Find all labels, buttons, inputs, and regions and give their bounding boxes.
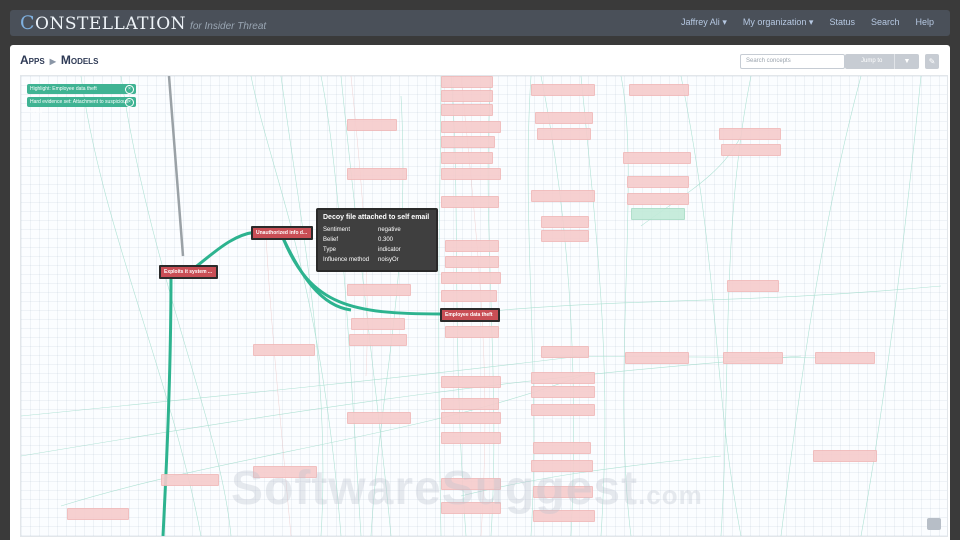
graph-node[interactable]	[441, 432, 501, 444]
graph-node[interactable]	[531, 386, 595, 398]
model-graph-canvas[interactable]: Highlight: Employee data theft × Hard evi…	[20, 75, 948, 537]
graph-node[interactable]	[723, 352, 783, 364]
graph-node[interactable]	[441, 272, 501, 284]
graph-node[interactable]	[441, 152, 493, 164]
tooltip-value: indicator	[378, 247, 401, 253]
tooltip-label: Belief	[323, 237, 339, 243]
graph-node[interactable]	[719, 128, 781, 140]
tooltip-label: Type	[323, 247, 337, 253]
graph-node[interactable]	[629, 84, 689, 96]
jump-to-dropdown[interactable]: Jump to ▼	[845, 54, 919, 69]
graph-node[interactable]	[253, 344, 315, 356]
graph-node[interactable]	[441, 90, 493, 102]
graph-node[interactable]	[441, 196, 499, 208]
graph-node[interactable]	[531, 190, 595, 202]
tooltip-label: Influence method	[323, 257, 370, 263]
highlight-chip[interactable]: Highlight: Employee data theft ×	[27, 84, 136, 94]
node-tooltip: Decoy file attached to self email Sentim…	[316, 208, 438, 272]
graph-node[interactable]	[533, 442, 591, 454]
graph-node[interactable]	[721, 144, 781, 156]
nav-help[interactable]: Help	[915, 17, 934, 28]
breadcrumb-separator-icon: ▶	[49, 57, 56, 66]
graph-node[interactable]	[441, 376, 501, 388]
graph-node[interactable]	[627, 193, 689, 205]
graph-node[interactable]	[349, 334, 407, 346]
graph-node[interactable]	[441, 136, 495, 148]
tooltip-value: noisyOr	[378, 257, 399, 263]
nav-menu: Jaffrey Ali ▾ My organization ▾ Status S…	[681, 17, 934, 28]
graph-node[interactable]	[347, 119, 397, 131]
graph-node[interactable]	[727, 280, 779, 292]
graph-node[interactable]	[161, 474, 219, 486]
graph-node[interactable]	[627, 176, 689, 188]
tooltip-value: 0.300	[378, 237, 394, 243]
graph-node[interactable]	[537, 128, 591, 140]
graph-node[interactable]	[351, 318, 405, 330]
top-navbar: CONSTELLATION for Insider Threat Jaffrey…	[10, 10, 950, 36]
graph-node[interactable]	[541, 346, 589, 358]
graph-node[interactable]	[67, 508, 129, 520]
graph-node[interactable]	[441, 412, 501, 424]
graph-node-employee-data-theft[interactable]: Employee data theft	[440, 308, 500, 322]
tooltip-title: Decoy file attached to self email	[323, 214, 430, 221]
breadcrumb-models: Models	[60, 53, 99, 67]
chevron-down-icon[interactable]: ▼	[894, 54, 919, 69]
chevron-down-icon: ▾	[722, 17, 727, 27]
breadcrumb: Apps ▶ Models	[20, 53, 98, 67]
graph-node[interactable]	[441, 121, 501, 133]
graph-node-exploits-it-system[interactable]: Exploits it system ...	[159, 265, 218, 279]
main-panel: Apps ▶ Models Search concepts Jump to ▼ ✎	[10, 45, 950, 540]
graph-node[interactable]	[441, 104, 493, 116]
graph-node[interactable]	[445, 256, 499, 268]
graph-node[interactable]	[441, 76, 493, 88]
fit-view-icon[interactable]	[927, 518, 941, 530]
graph-node[interactable]	[623, 152, 691, 164]
nav-user-menu[interactable]: Jaffrey Ali ▾	[681, 17, 727, 28]
graph-node[interactable]	[347, 412, 411, 424]
graph-node[interactable]	[441, 168, 501, 180]
chevron-down-icon: ▾	[808, 17, 814, 27]
graph-node[interactable]	[441, 290, 497, 302]
graph-node[interactable]	[347, 168, 407, 180]
graph-node[interactable]	[541, 230, 589, 242]
graph-node[interactable]	[441, 398, 499, 410]
graph-node[interactable]	[347, 284, 411, 296]
graph-node-unauthorized-info[interactable]: Unauthorized info d...	[251, 226, 313, 240]
graph-node[interactable]	[535, 112, 593, 124]
graph-node[interactable]	[445, 326, 499, 338]
evidence-chip[interactable]: Hard evidence set: Attachment to suspici…	[27, 97, 136, 115]
tooltip-label: Sentiment	[323, 227, 351, 233]
breadcrumb-apps[interactable]: Apps	[20, 53, 45, 67]
graph-node[interactable]	[541, 216, 589, 228]
jump-to-label: Jump to	[861, 58, 883, 64]
logo-subtitle: for Insider Threat	[190, 21, 267, 32]
graph-node[interactable]	[625, 352, 689, 364]
brand-logo[interactable]: CONSTELLATION for Insider Threat	[20, 12, 266, 34]
graph-node[interactable]	[631, 208, 685, 220]
wrench-icon[interactable]: ✎	[925, 54, 939, 69]
graph-node[interactable]	[813, 450, 877, 462]
graph-node[interactable]	[531, 404, 595, 416]
graph-node[interactable]	[531, 84, 595, 96]
search-concepts-input[interactable]: Search concepts	[740, 54, 845, 69]
graph-node[interactable]	[445, 240, 499, 252]
close-icon[interactable]: ×	[125, 98, 134, 107]
graph-node[interactable]	[815, 352, 875, 364]
nav-search[interactable]: Search	[871, 17, 900, 28]
watermark: SoftwareSuggest.com	[231, 462, 703, 515]
logo-text: CONSTELLATION	[20, 12, 187, 34]
tooltip-value: negative	[378, 227, 401, 233]
close-icon[interactable]: ×	[125, 85, 134, 94]
nav-status[interactable]: Status	[829, 17, 855, 28]
graph-node[interactable]	[531, 372, 595, 384]
nav-org-menu[interactable]: My organization ▾	[743, 17, 814, 28]
